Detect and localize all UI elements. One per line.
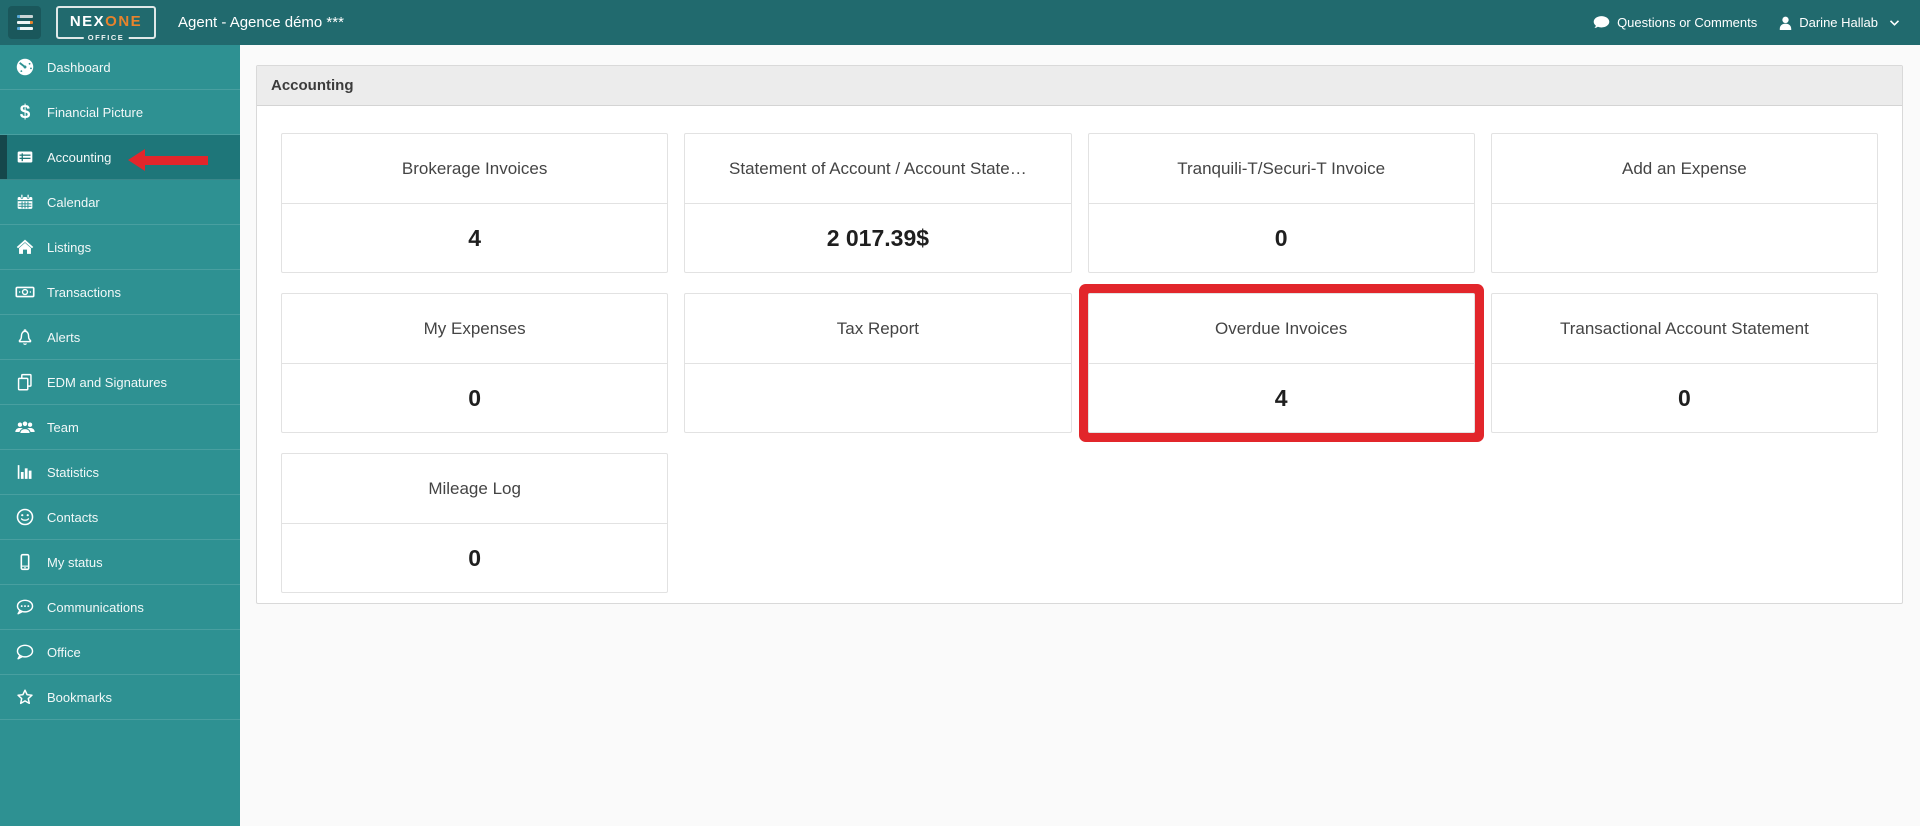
user-icon xyxy=(1779,16,1792,30)
sidebar-nav: Dashboard $ Financial Picture Accounting… xyxy=(0,45,240,826)
sidebar-item-label: Alerts xyxy=(47,329,81,345)
card-value: 0 xyxy=(1274,224,1288,251)
dollar-icon: $ xyxy=(19,101,31,123)
questions-or-comments-link[interactable]: Questions or Comments xyxy=(1593,15,1757,30)
menu-toggle-button[interactable] xyxy=(8,6,41,39)
card-value: 0 xyxy=(468,544,482,571)
gauge-icon xyxy=(14,56,36,78)
card-statement-of-account[interactable]: Statement of Account / Account State… 2 … xyxy=(684,133,1072,273)
card-tax-report[interactable]: Tax Report xyxy=(684,293,1072,433)
sidebar-item-label: Transactions xyxy=(47,284,121,300)
card-label: Mileage Log xyxy=(282,454,668,524)
card-value: 0 xyxy=(1677,384,1691,411)
panel-title: Accounting xyxy=(257,66,1902,106)
card-my-expenses[interactable]: My Expenses 0 xyxy=(281,293,669,433)
user-name: Darine Hallab xyxy=(1799,15,1878,30)
sidebar-item-label: My status xyxy=(47,554,103,570)
sidebar-item-transactions[interactable]: Transactions xyxy=(0,270,240,315)
card-tranquilit-securit-invoice[interactable]: Tranquili-T/Securi-T Invoice 0 xyxy=(1087,133,1475,273)
sidebar-item-office[interactable]: Office xyxy=(0,630,240,675)
card-value: 0 xyxy=(468,384,482,411)
card-value xyxy=(1492,204,1877,272)
card-value: 4 xyxy=(468,224,482,251)
top-header-bar: NEXONE OFFICE Agent - Agence démo *** Qu… xyxy=(0,0,1920,45)
card-label: My Expenses xyxy=(282,294,668,364)
bar-chart-icon xyxy=(14,461,36,483)
star-icon xyxy=(14,686,36,708)
sidebar-item-label: Accounting xyxy=(47,149,112,165)
sidebar-item-label: Team xyxy=(47,419,79,435)
user-menu[interactable]: Darine Hallab xyxy=(1779,15,1900,30)
card-overdue-invoices[interactable]: Overdue Invoices 4 xyxy=(1087,293,1475,433)
sidebar-item-alerts[interactable]: Alerts xyxy=(0,315,240,360)
sidebar-item-listings[interactable]: Listings xyxy=(0,225,240,270)
card-label: Transactional Account Statement xyxy=(1491,294,1877,364)
sidebar-item-contacts[interactable]: Contacts xyxy=(0,495,240,540)
sidebar-item-label: EDM and Signatures xyxy=(47,374,167,390)
sidebar-item-label: Bookmarks xyxy=(47,689,113,705)
sidebar-item-label: Calendar xyxy=(47,194,100,210)
main-content-area: Accounting Brokerage Invoices 4 Statemen… xyxy=(240,45,1920,826)
sidebar-item-label: Contacts xyxy=(47,509,99,525)
smiley-icon xyxy=(14,506,36,528)
sidebar-item-label: Dashboard xyxy=(47,59,111,75)
sidebar-item-financial-picture[interactable]: $ Financial Picture xyxy=(0,90,240,135)
mobile-icon xyxy=(14,551,36,573)
sidebar-item-label: Statistics xyxy=(47,464,100,480)
copy-icon xyxy=(14,371,36,393)
sidebar-item-label: Office xyxy=(47,644,81,660)
sidebar-item-edm-signatures[interactable]: EDM and Signatures xyxy=(0,360,240,405)
sidebar-item-label: Listings xyxy=(47,239,92,255)
chevron-down-icon xyxy=(1889,19,1900,27)
questions-label: Questions or Comments xyxy=(1617,15,1758,30)
card-add-an-expense[interactable]: Add an Expense xyxy=(1490,133,1878,273)
logo-wordmark: NEXONE xyxy=(69,12,143,30)
page-context-title: Agent - Agence démo *** xyxy=(178,14,344,31)
card-label: Statement of Account / Account State… xyxy=(685,134,1071,204)
logo-office-label: OFFICE xyxy=(83,33,129,42)
card-label: Add an Expense xyxy=(1491,134,1877,204)
sidebar-item-statistics[interactable]: Statistics xyxy=(0,450,240,495)
sidebar-item-label: Financial Picture xyxy=(47,104,144,120)
home-icon xyxy=(14,236,36,258)
bell-icon xyxy=(14,326,36,348)
card-value: 4 xyxy=(1274,384,1288,411)
nexone-logo: NEXONE OFFICE xyxy=(56,6,156,42)
sidebar-item-communications[interactable]: Communications xyxy=(0,585,240,630)
chat-dots-icon xyxy=(14,596,36,618)
sidebar-item-calendar[interactable]: Calendar xyxy=(0,180,240,225)
accounting-cards-grid: Brokerage Invoices 4 Statement of Accoun… xyxy=(257,106,1902,605)
sidebar-item-accounting[interactable]: Accounting xyxy=(0,135,240,180)
card-transactional-account-statement[interactable]: Transactional Account Statement 0 xyxy=(1490,293,1878,433)
chat-bubble-icon xyxy=(14,641,36,663)
money-bill-icon xyxy=(14,281,36,303)
chat-filled-icon xyxy=(1593,15,1610,30)
card-label: Overdue Invoices xyxy=(1088,294,1474,364)
sidebar-item-team[interactable]: Team xyxy=(0,405,240,450)
accounting-panel: Accounting Brokerage Invoices 4 Statemen… xyxy=(256,65,1903,604)
card-brokerage-invoices[interactable]: Brokerage Invoices 4 xyxy=(281,133,669,273)
card-label: Tax Report xyxy=(685,294,1071,364)
sidebar-item-label: Communications xyxy=(47,599,144,615)
sidebar-item-my-status[interactable]: My status xyxy=(0,540,240,585)
card-label: Brokerage Invoices xyxy=(282,134,668,204)
sidebar-item-dashboard[interactable]: Dashboard xyxy=(0,45,240,90)
card-label: Tranquili-T/Securi-T Invoice xyxy=(1088,134,1474,204)
card-value xyxy=(685,364,1070,432)
calendar-icon xyxy=(14,191,36,213)
card-mileage-log[interactable]: Mileage Log 0 xyxy=(281,453,669,593)
ledger-icon xyxy=(14,146,36,168)
sidebar-item-bookmarks[interactable]: Bookmarks xyxy=(0,675,240,720)
card-value: 2 017.39$ xyxy=(826,224,930,251)
users-icon xyxy=(14,416,36,438)
